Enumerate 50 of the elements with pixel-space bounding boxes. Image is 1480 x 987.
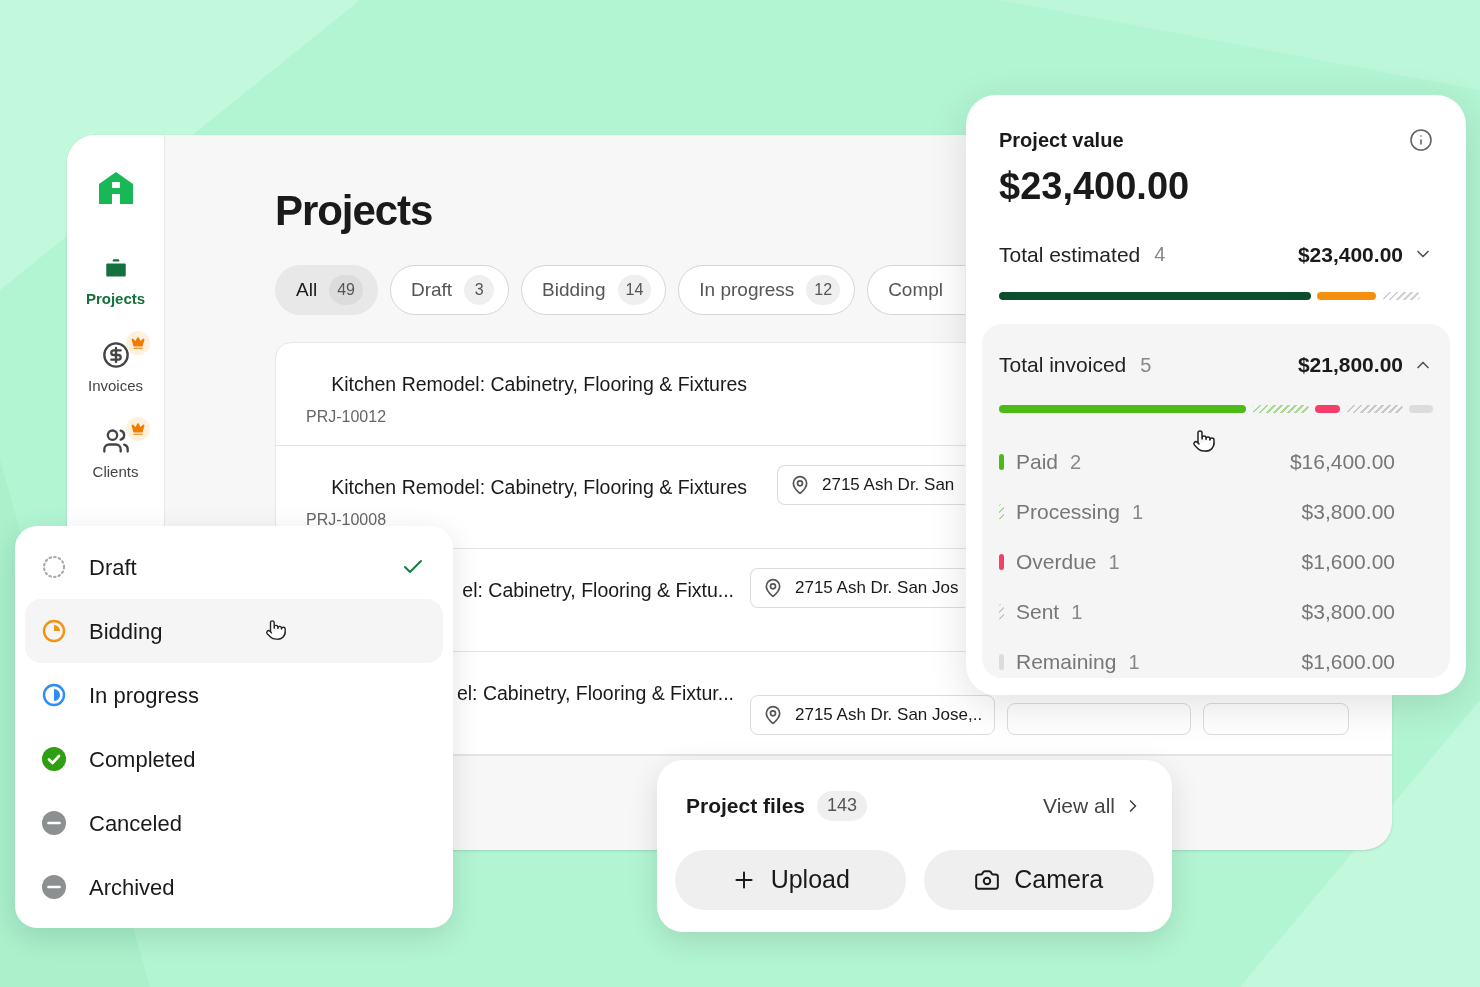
project-title: Kitchen Remodel: Cabinetry, Flooring & Fixtures	[330, 372, 747, 397]
tab-label: Compl	[888, 277, 944, 302]
legend-amount: $1,600.00	[1301, 648, 1395, 675]
status-label: Completed	[89, 745, 196, 774]
total-amount: $23,400.00	[999, 164, 1191, 209]
card-title: Project value	[999, 128, 1124, 153]
total-label: Total estimated	[999, 241, 1141, 268]
total-value: $23,400.00	[1297, 241, 1403, 268]
tab-label: All	[296, 277, 318, 302]
legend-amount: $1,600.00	[1301, 548, 1395, 575]
total-count: 5	[1140, 352, 1152, 378]
legend-count: 1	[1128, 649, 1140, 675]
count-badge: 49	[329, 275, 363, 305]
address-text: 2715 Ash Dr. San	[822, 474, 955, 497]
project-title: Kitchen Remodel: Cabinetry, Flooring & Fixtures	[330, 475, 747, 500]
legend-count: 1	[1071, 599, 1083, 625]
status-label: In progress	[89, 681, 200, 710]
project-title: el: Cabinetry, Flooring & Fixtur...	[455, 681, 734, 706]
legend-count: 2	[1070, 449, 1082, 475]
address-text: 2715 Ash Dr. San Jose,..	[795, 704, 983, 727]
legend-label: Sent	[1016, 598, 1060, 625]
status-label: Canceled	[89, 809, 182, 838]
total-label: Total invoiced	[999, 352, 1127, 378]
tab-label: In progress	[699, 277, 795, 302]
page-title: Projects	[275, 190, 434, 232]
address-text: 2715 Ash Dr. San Jos	[795, 577, 959, 600]
project-title: el: Cabinetry, Flooring & Fixtu...	[461, 578, 734, 603]
status-label: Archived	[89, 873, 175, 902]
legend-label: Remaining	[1016, 648, 1117, 675]
files-title: Project files	[686, 793, 806, 819]
legend-amount: $3,800.00	[1301, 498, 1395, 525]
legend-amount: $3,800.00	[1301, 598, 1395, 625]
legend-count: 1	[1131, 499, 1143, 525]
legend-label: Paid	[1016, 448, 1059, 475]
project-id: PRJ-10008	[306, 510, 388, 531]
legend-label: Processing	[1016, 498, 1120, 525]
count-badge: 14	[617, 275, 652, 305]
status-label: Bidding	[89, 617, 163, 646]
count-badge: 12	[806, 275, 841, 305]
total-value: $21,800.00	[1297, 352, 1403, 378]
tab-label: Bidding	[542, 277, 606, 302]
legend-amount: $16,400.00	[1289, 448, 1395, 475]
count-badge: 3	[464, 275, 495, 305]
tab-label: Draft	[410, 277, 453, 302]
legend-label: Overdue	[1016, 548, 1097, 575]
project-id: PRJ-10012	[306, 407, 388, 428]
count-badge: 143	[817, 790, 868, 821]
status-label: Draft	[89, 553, 137, 582]
total-count: 4	[1154, 242, 1166, 268]
legend-count: 1	[1108, 549, 1120, 575]
